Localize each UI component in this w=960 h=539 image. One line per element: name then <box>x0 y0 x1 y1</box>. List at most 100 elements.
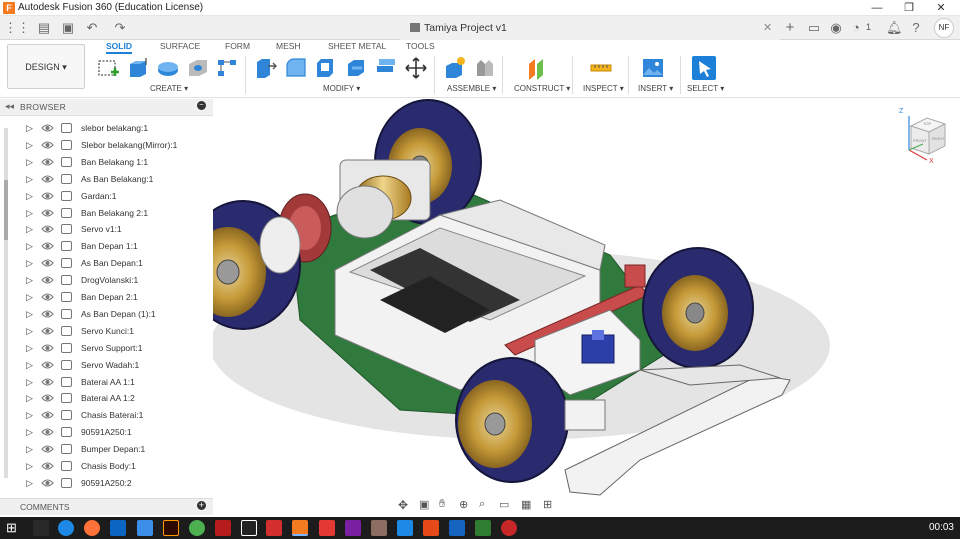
new-tab-icon[interactable]: + <box>782 20 798 36</box>
extensions-icon[interactable]: ◉ <box>828 20 844 36</box>
pattern-icon[interactable] <box>216 56 240 80</box>
hole-icon[interactable] <box>186 56 210 80</box>
browser-item[interactable]: ▷ 90591A250:2 <box>0 475 213 492</box>
linkedin-icon[interactable] <box>110 520 126 536</box>
browser-minimize-icon[interactable]: − <box>197 101 206 110</box>
visual-studio-icon[interactable] <box>345 520 361 536</box>
collapse-icon[interactable]: ◂◂ <box>5 101 14 112</box>
add-comment-icon[interactable]: + <box>197 501 206 510</box>
firefox-icon[interactable] <box>84 520 100 536</box>
visibility-eye-icon[interactable] <box>41 224 54 234</box>
press-pull-icon[interactable] <box>254 56 278 80</box>
autodesk-icon[interactable] <box>266 520 282 536</box>
extrude-icon[interactable] <box>126 56 150 80</box>
app-red-icon[interactable] <box>215 520 231 536</box>
pan-icon[interactable]: ✋︎ <box>439 498 445 511</box>
offset-plane-icon[interactable] <box>526 56 550 80</box>
document-tab[interactable]: Tamiya Project v1 ✕ <box>400 16 780 40</box>
close-tab-icon[interactable]: ✕ <box>763 21 772 34</box>
inspect-group[interactable]: INSPECT ▾ <box>583 84 624 93</box>
browser-item[interactable]: ▷ Baterai AA 1:1 <box>0 374 213 391</box>
browser-item[interactable]: ▷ 90591A250:1 <box>0 424 213 441</box>
visibility-eye-icon[interactable] <box>41 208 54 218</box>
visibility-eye-icon[interactable] <box>41 157 54 167</box>
browser-item[interactable]: ▷ As Ban Belakang:1 <box>0 171 213 188</box>
expand-arrow-icon[interactable]: ▷ <box>26 326 33 337</box>
expand-arrow-icon[interactable]: ▷ <box>26 241 33 252</box>
redo-icon[interactable]: ↷ <box>112 20 128 36</box>
vscode-icon[interactable] <box>397 520 413 536</box>
save-icon[interactable]: ▣ <box>60 20 76 36</box>
zoom-icon[interactable]: ⊕ <box>459 498 468 511</box>
tab-sheet-metal[interactable]: SHEET METAL <box>328 41 386 51</box>
front-left-wheel[interactable] <box>455 357 569 483</box>
app-red-round-icon[interactable] <box>501 520 517 536</box>
create-group[interactable]: CREATE ▾ <box>150 84 188 93</box>
expand-arrow-icon[interactable]: ▷ <box>26 258 33 269</box>
browser-item[interactable]: ▷ Servo Support:1 <box>0 340 213 357</box>
visibility-eye-icon[interactable] <box>41 360 54 370</box>
user-avatar[interactable]: NF <box>934 18 954 38</box>
steering-knuckle[interactable] <box>624 264 646 288</box>
zoom-window-icon[interactable]: ⌕ <box>479 498 485 511</box>
expand-arrow-icon[interactable]: ▷ <box>26 174 33 185</box>
visibility-eye-icon[interactable] <box>41 410 54 420</box>
browser-item[interactable]: ▷ As Ban Depan:1 <box>0 255 213 272</box>
app-green-icon[interactable] <box>189 520 205 536</box>
fillet-icon[interactable] <box>284 56 308 80</box>
shell-icon[interactable] <box>344 56 368 80</box>
select-icon[interactable] <box>692 56 716 80</box>
visibility-eye-icon[interactable] <box>41 393 54 403</box>
visibility-eye-icon[interactable] <box>41 427 54 437</box>
car-model[interactable] <box>213 98 960 516</box>
comments-panel[interactable]: COMMENTS + <box>0 498 213 515</box>
browser-item[interactable]: ▷ Chasis Baterai:1 <box>0 407 213 424</box>
expand-arrow-icon[interactable]: ▷ <box>26 157 33 168</box>
construct-group[interactable]: CONSTRUCT ▾ <box>514 84 570 93</box>
insert-group[interactable]: INSERT ▾ <box>638 84 673 93</box>
insert-image-icon[interactable] <box>641 56 665 80</box>
bell-icon[interactable]: 🔔︎ <box>886 20 903 36</box>
expand-arrow-icon[interactable]: ▷ <box>26 478 33 489</box>
visibility-eye-icon[interactable] <box>41 292 54 302</box>
new-component-icon[interactable] <box>443 56 467 80</box>
visibility-eye-icon[interactable] <box>41 326 54 336</box>
workspace-selector[interactable]: DESIGN ▾ <box>7 44 85 89</box>
browser-scroll-thumb[interactable] <box>4 180 8 240</box>
sketch-icon[interactable] <box>96 56 120 80</box>
joint-icon[interactable] <box>473 56 497 80</box>
move-icon[interactable] <box>404 56 428 80</box>
help-icon[interactable]: ? <box>908 20 924 36</box>
expand-arrow-icon[interactable]: ▷ <box>26 427 33 438</box>
expand-arrow-icon[interactable]: ▷ <box>26 275 33 286</box>
maximize-button[interactable]: ❐ <box>894 0 924 16</box>
mail-icon[interactable] <box>137 520 153 536</box>
tab-form[interactable]: FORM <box>225 41 250 51</box>
select-group[interactable]: SELECT ▾ <box>687 84 724 93</box>
visibility-eye-icon[interactable] <box>41 174 54 184</box>
expand-arrow-icon[interactable]: ▷ <box>26 393 33 404</box>
orbit-icon[interactable]: ✥ <box>398 498 408 512</box>
expand-arrow-icon[interactable]: ▷ <box>26 444 33 455</box>
measure-icon[interactable] <box>589 56 613 80</box>
app-taskbar-icon[interactable] <box>319 520 335 536</box>
browser-item[interactable]: ▷ Ban Depan 1:1 <box>0 238 213 255</box>
visibility-eye-icon[interactable] <box>41 343 54 353</box>
assemble-group[interactable]: ASSEMBLE ▾ <box>447 84 496 93</box>
browser-item[interactable]: ▷ Ban Depan 2:1 <box>0 289 213 306</box>
visibility-eye-icon[interactable] <box>41 191 54 201</box>
browser-item[interactable]: ▷ Servo Wadah:1 <box>0 357 213 374</box>
browser-item[interactable]: ▷ Gardan:1 <box>0 188 213 205</box>
combine-icon[interactable] <box>374 56 398 80</box>
view-cube[interactable]: Z X TOP FRONT RIGHT <box>897 108 953 168</box>
canvas-viewport[interactable]: Z X TOP FRONT RIGHT <box>213 98 960 516</box>
app-white-icon[interactable] <box>241 520 257 536</box>
visibility-eye-icon[interactable] <box>41 377 54 387</box>
expand-arrow-icon[interactable]: ▷ <box>26 309 33 320</box>
expand-arrow-icon[interactable]: ▷ <box>26 140 33 151</box>
revolve-icon[interactable] <box>156 56 180 80</box>
job-status[interactable]: ◔ 1 <box>852 20 874 36</box>
expand-arrow-icon[interactable]: ▷ <box>26 123 33 134</box>
grid-settings-icon[interactable]: ▦ <box>521 498 531 511</box>
minimize-button[interactable]: — <box>862 0 892 16</box>
